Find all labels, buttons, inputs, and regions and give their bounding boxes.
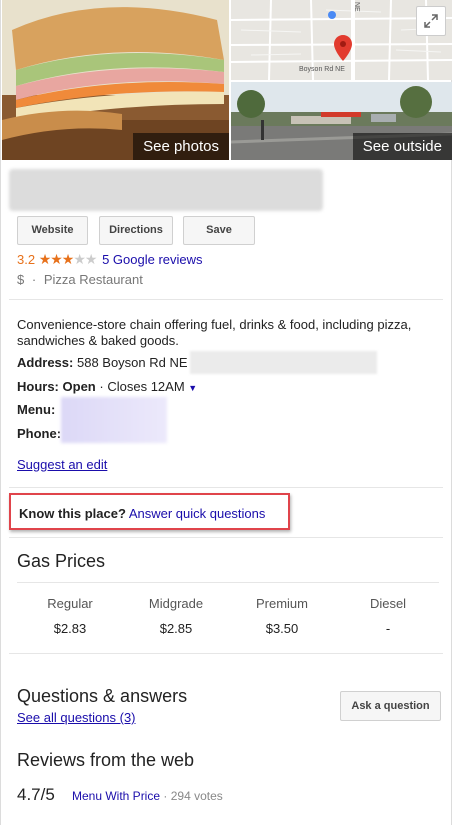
address-redacted bbox=[190, 351, 377, 374]
gas-prices-title: Gas Prices bbox=[17, 551, 106, 571]
web-review-source-row: Menu With Price · 294 votes bbox=[72, 789, 223, 803]
food-photo[interactable]: See photos bbox=[2, 0, 229, 160]
questions-answers-title: Questions & answers bbox=[17, 686, 188, 706]
know-this-place-highlight: Know this place? Answer quick questions bbox=[9, 493, 290, 530]
meta-separator: · bbox=[31, 272, 37, 287]
web-review-score: 4.7/5 bbox=[17, 785, 55, 804]
knowledge-panel: See photos Boyson Rd NE NE See outside W… bbox=[0, 0, 452, 825]
web-review-votes: 294 votes bbox=[170, 789, 223, 803]
answer-questions-link[interactable]: Answer quick questions bbox=[129, 506, 266, 521]
chevron-down-icon[interactable]: ▼ bbox=[188, 383, 197, 393]
gas-grade-diesel: Diesel - bbox=[335, 596, 441, 636]
expand-icon[interactable] bbox=[416, 6, 446, 36]
directions-button[interactable]: Directions bbox=[99, 216, 173, 245]
hours-separator: · bbox=[99, 379, 104, 394]
menu-row: Menu: bbox=[17, 402, 55, 417]
price-category-row: $ · Pizza Restaurant bbox=[17, 272, 143, 287]
website-button[interactable]: Website bbox=[17, 216, 88, 245]
address-row: Address: 588 Boyson Rd NE bbox=[17, 355, 188, 370]
hours-label: Hours: bbox=[17, 379, 59, 394]
menu-phone-redacted bbox=[61, 397, 167, 443]
know-this-place-row: Know this place? Answer quick questions bbox=[19, 506, 265, 521]
place-description: Convenience-store chain offering fuel, d… bbox=[17, 317, 412, 348]
hours-row: Hours: Open · Closes 12AM ▼ bbox=[17, 379, 197, 394]
ask-question-button[interactable]: Ask a question bbox=[340, 691, 441, 721]
web-review-separator: · bbox=[163, 789, 168, 803]
gas-grade-midgrade: Midgrade $2.85 bbox=[123, 596, 229, 636]
hours-status: Open bbox=[62, 379, 96, 394]
address-value[interactable]: 588 Boyson Rd NE bbox=[77, 355, 188, 370]
gas-grade-label: Diesel bbox=[369, 596, 407, 611]
suggest-edit-link[interactable]: Suggest an edit bbox=[17, 457, 107, 472]
web-reviews-title: Reviews from the web bbox=[17, 750, 195, 770]
divider bbox=[9, 299, 443, 300]
gas-grade-label: Premium bbox=[255, 596, 308, 611]
gas-grade-price: $3.50 bbox=[265, 621, 299, 636]
gas-grade-label: Midgrade bbox=[148, 596, 204, 611]
rating-value: 3.2 bbox=[17, 252, 36, 267]
save-button[interactable]: Save bbox=[183, 216, 255, 245]
divider bbox=[9, 487, 443, 488]
see-photos-label[interactable]: See photos bbox=[133, 133, 229, 160]
gas-grade-label: Regular bbox=[47, 596, 93, 611]
hours-detail[interactable]: Closes 12AM bbox=[107, 379, 184, 394]
map-pin-icon bbox=[334, 35, 352, 61]
see-all-questions-link[interactable]: See all questions (3) bbox=[17, 710, 136, 725]
star-rating-icon: ★★★★★ bbox=[38, 251, 98, 267]
divider bbox=[17, 582, 439, 583]
see-outside-label[interactable]: See outside bbox=[352, 133, 452, 160]
gas-grade-regular: Regular $2.83 bbox=[17, 596, 123, 636]
gas-grade-price: - bbox=[385, 621, 391, 636]
category-label: Pizza Restaurant bbox=[43, 272, 143, 287]
address-label: Address: bbox=[17, 355, 74, 370]
know-place-label: Know this place? bbox=[19, 506, 126, 521]
google-reviews-link[interactable]: 5 Google reviews bbox=[102, 252, 202, 267]
divider bbox=[9, 653, 443, 654]
gas-grade-premium: Premium $3.50 bbox=[229, 596, 335, 636]
street-view-photo[interactable]: See outside bbox=[231, 82, 452, 160]
gas-grade-price: $2.85 bbox=[159, 621, 193, 636]
web-review-source-link[interactable]: Menu With Price bbox=[72, 789, 160, 803]
menu-label: Menu: bbox=[17, 402, 56, 417]
rating-row: 3.2 ★★★★★ 5 Google reviews bbox=[17, 251, 203, 268]
phone-label: Phone: bbox=[17, 426, 62, 441]
map-road-label: Boyson Rd NE bbox=[299, 66, 345, 73]
place-title-redacted bbox=[9, 169, 323, 211]
gas-grade-price: $2.83 bbox=[53, 621, 87, 636]
map-thumbnail[interactable]: Boyson Rd NE NE bbox=[231, 0, 452, 80]
price-level: $ bbox=[17, 272, 25, 287]
map-vertical-label: NE bbox=[353, 2, 360, 12]
divider bbox=[9, 537, 443, 538]
phone-row: Phone: bbox=[17, 426, 61, 441]
